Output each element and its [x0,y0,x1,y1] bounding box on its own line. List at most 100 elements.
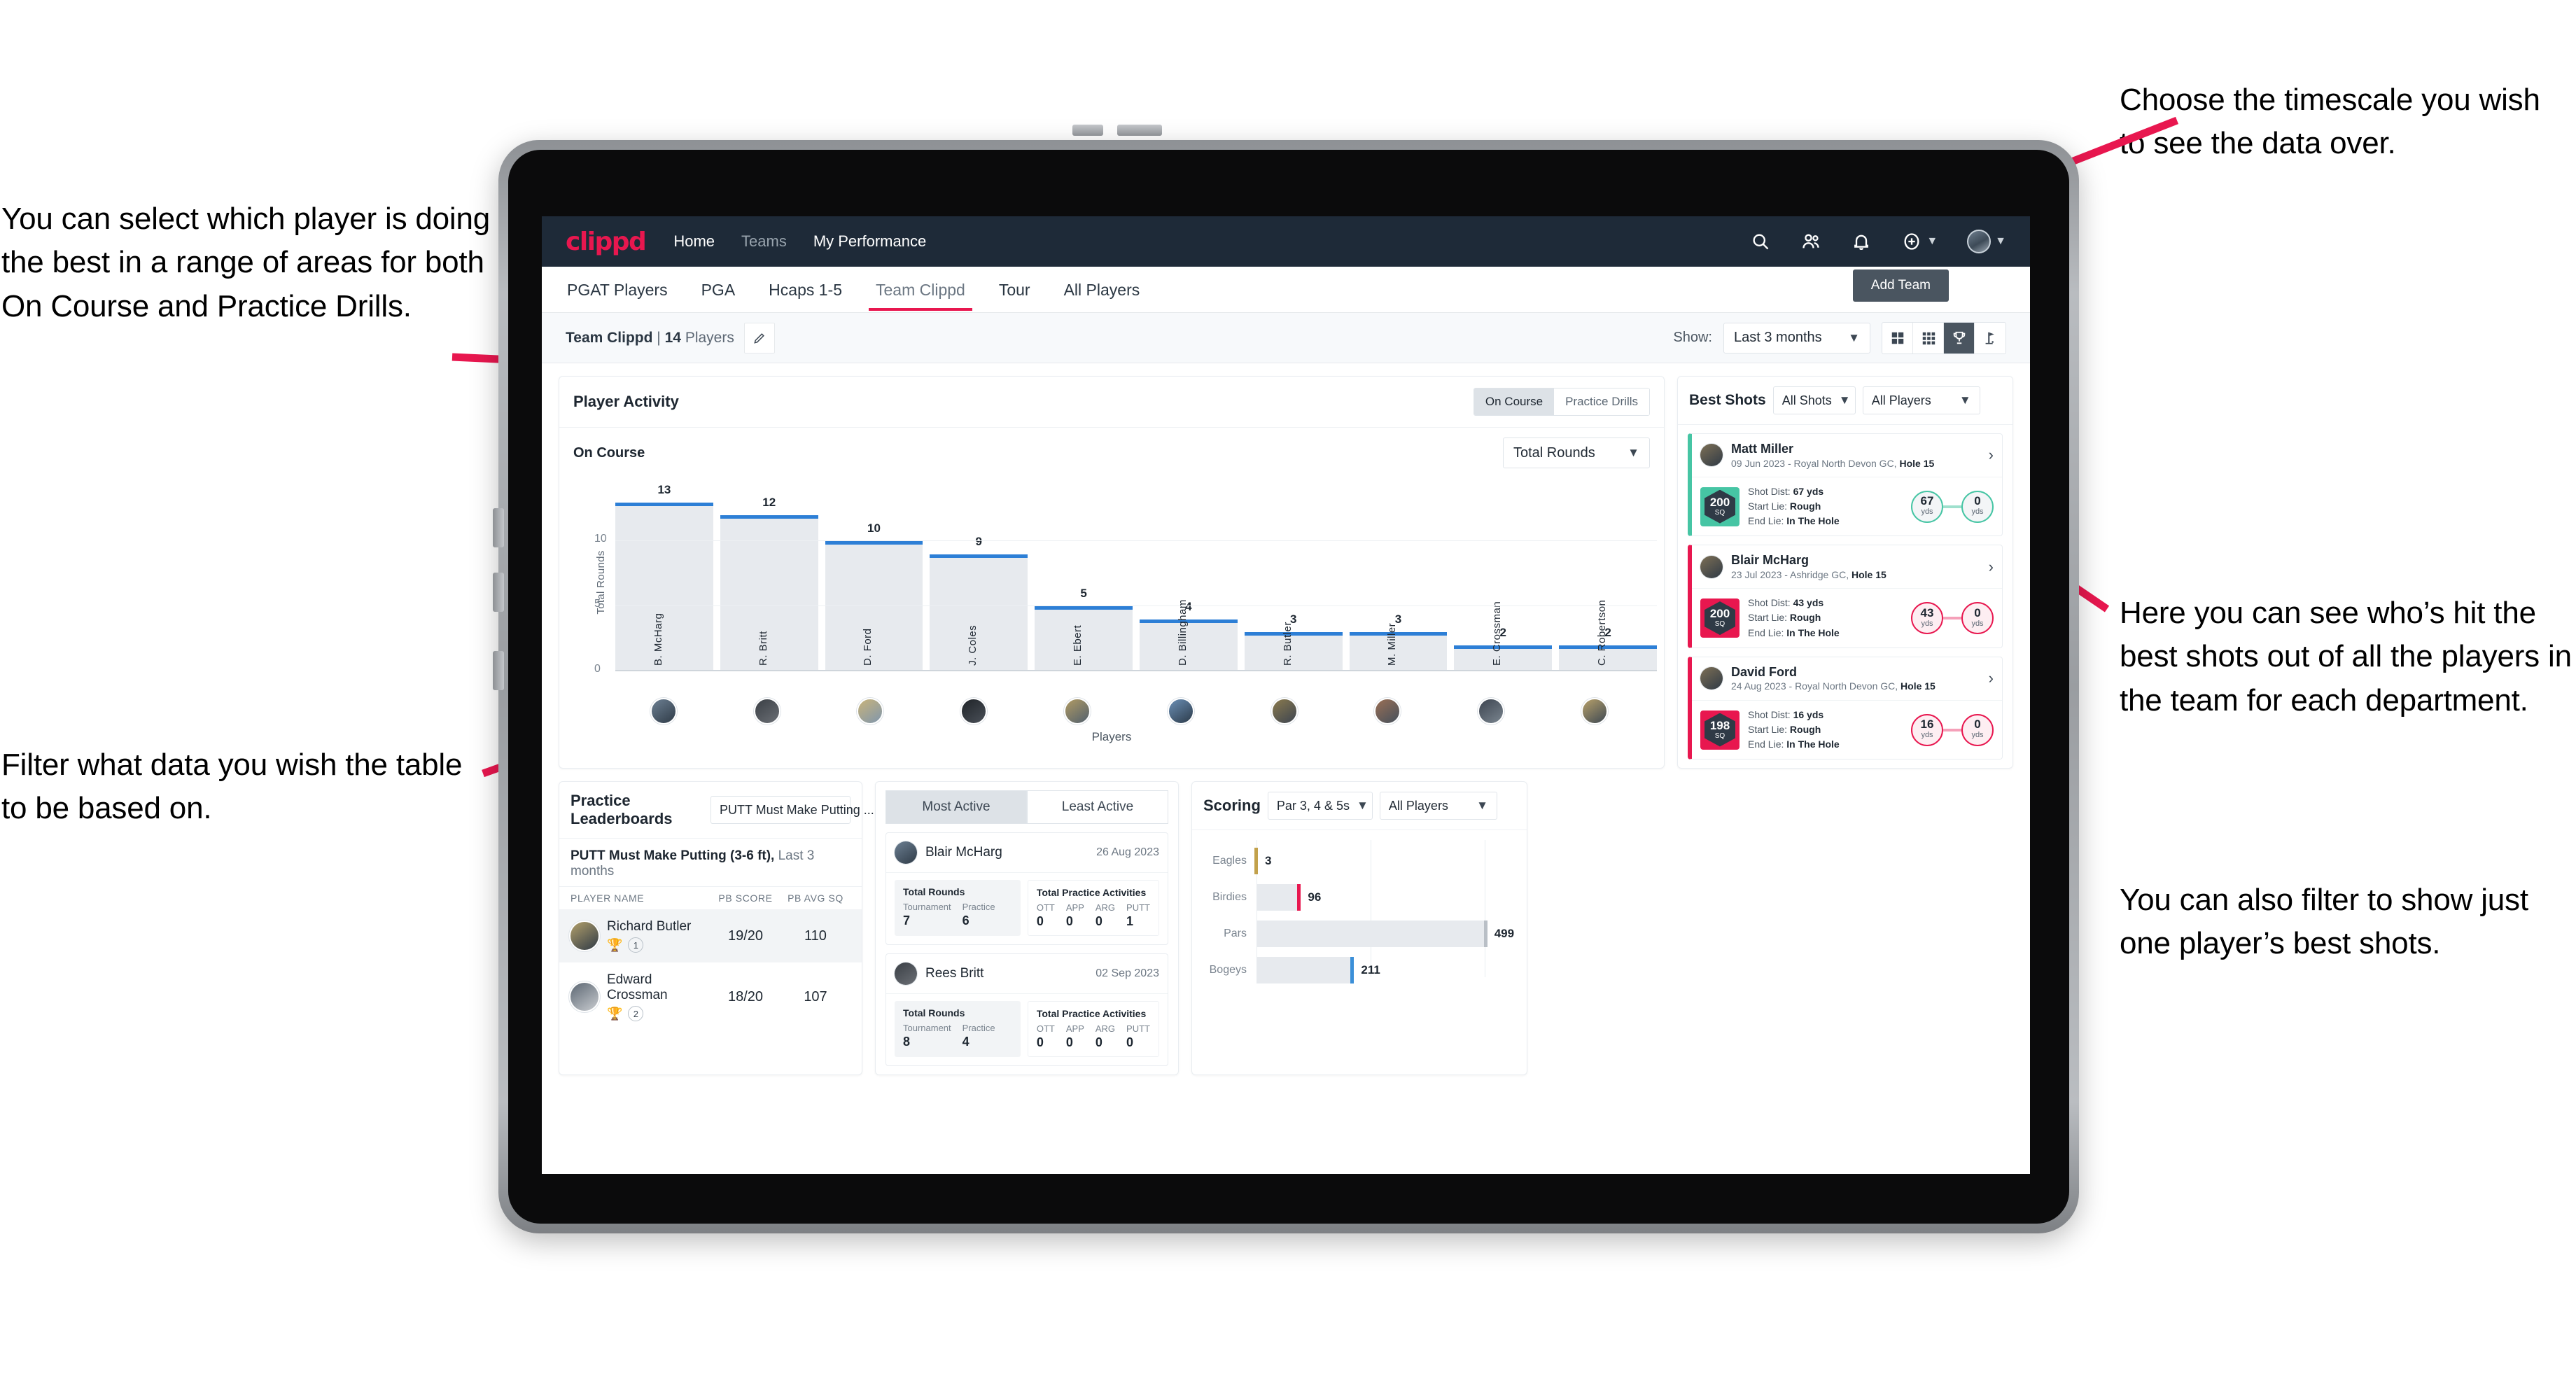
stat-value: 4 [962,1035,969,1049]
avatar[interactable] [753,698,780,724]
bar[interactable] [1559,645,1657,671]
leaderboard-rows: Richard Butler 🏆 1 19/20 110 Edward Crossman 🏆… [559,909,862,1031]
best-shot-card[interactable]: Matt Miller 09 Jun 2023 - Royal North Dev… [1688,433,2003,537]
avatar[interactable] [1374,698,1401,724]
shot-player-block: David Ford 24 Aug 2023 - Royal North Devo… [1731,664,1935,693]
tab-least-active[interactable]: Least Active [1027,790,1168,825]
trophy-icon[interactable] [1944,322,1975,354]
golf-flag-icon[interactable] [1975,323,2005,354]
avatar[interactable] [1700,444,1723,467]
activity-card-item[interactable]: Blair McHarg 26 Aug 2023 Total Rounds Tourn… [886,832,1168,946]
avatar[interactable] [650,698,677,724]
drill-select[interactable]: PUTT Must Make Putting ... ▼ [710,796,893,825]
avatar[interactable] [1967,230,1991,253]
table-row[interactable]: Richard Butler 🏆 1 19/20 110 [559,909,862,963]
tab-team-clippd[interactable]: Team Clippd [869,268,972,311]
tab-all-players[interactable]: All Players [1063,268,1142,311]
search-icon[interactable] [1750,231,1771,252]
avatar[interactable] [960,698,988,724]
scoring-label: Birdies [1212,891,1247,904]
avatar[interactable] [1270,698,1298,724]
tab-tour[interactable]: Tour [997,268,1032,311]
best-shot-card[interactable]: David Ford 24 Aug 2023 - Royal North Devo… [1688,656,2003,760]
chevron-right-icon[interactable]: › [1989,446,1994,464]
stat-value: 0 [1095,1035,1102,1050]
metric-select[interactable]: Total Rounds ▼ [1503,438,1650,468]
device-button-volume-up[interactable] [1072,125,1103,136]
avatar[interactable] [1064,698,1091,724]
avatar[interactable] [857,698,884,724]
stat-value: 8 [903,1035,911,1049]
scoring-bar[interactable] [1254,848,1258,875]
shots-filter-select[interactable]: All Shots ▼ [1772,386,1856,414]
practice-activities-box: Total Practice Activities OTT 0 APP 0 ARG 0 PUT… [1027,1001,1159,1058]
segment-on-course[interactable]: On Course [1474,388,1555,415]
nav-link-home[interactable]: Home [673,232,715,251]
avatar[interactable] [1700,667,1723,690]
total-rounds-box: Total Rounds Tournament 7 Practice 6 [895,880,1021,937]
scoring-bar[interactable] [1256,957,1354,984]
tab-hcaps-1-5[interactable]: Hcaps 1-5 [767,268,844,311]
bar[interactable] [1349,632,1448,671]
shot-dist-row: Shot Dist: 43 yds [1748,597,1824,609]
end-lie-row: End Lie: In The Hole [1748,515,1840,527]
avatar[interactable] [1167,698,1194,724]
avatar[interactable] [1478,698,1505,724]
clippd-logo[interactable]: clippd [566,227,647,256]
chevron-right-icon[interactable]: › [1989,558,1994,576]
scoring-bar[interactable] [1256,920,1488,948]
scoring-bar[interactable] [1256,884,1301,911]
avatar[interactable] [570,922,598,951]
tab-pgat-players[interactable]: PGAT Players [566,268,669,311]
bar[interactable] [1454,645,1553,671]
people-icon[interactable] [1800,231,1821,252]
grid-9-icon[interactable] [1913,322,1944,354]
add-team-button[interactable]: Add Team [1852,270,1949,302]
bar[interactable] [1035,606,1133,671]
from-value: 67 [1920,494,1934,508]
section-tabs: PGAT Players PGA Hcaps 1-5 Team Clippd T… [542,267,2030,313]
nav-link-teams[interactable]: Teams [741,232,787,251]
user-menu[interactable]: ▼ [1967,230,2006,253]
avatar[interactable] [1700,555,1723,578]
players-filter-select[interactable]: All Players ▼ [1862,386,1980,414]
connector-line [1943,617,1961,620]
avatar[interactable] [895,841,917,864]
scoring-players-select[interactable]: All Players ▼ [1379,792,1497,820]
tab-most-active[interactable]: Most Active [886,790,1027,825]
nav-link-my-performance[interactable]: My Performance [813,232,926,251]
drill-value: PUTT Must Make Putting ... [720,802,874,817]
avatar[interactable] [570,983,598,1011]
scoring-title: Scoring [1203,797,1261,815]
from-unit: yds [1921,507,1933,517]
plus-circle-icon[interactable] [1901,231,1922,252]
scoring-value: 96 [1308,890,1322,904]
distance-from: 67 yds [1911,490,1943,523]
main-nav: Home Teams My Performance [673,232,926,251]
device-side-button-2[interactable] [493,573,504,612]
avatar-cell [1133,698,1229,724]
best-shot-card[interactable]: Blair McHarg 23 Jul 2023 - Ashridge GC, H… [1688,545,2003,648]
device-side-button-3[interactable] [493,651,504,690]
scoring-label: Pars [1224,927,1247,940]
device-side-button-1[interactable] [493,508,504,547]
chevron-right-icon[interactable]: › [1989,669,1994,687]
avatar-cell [1443,698,1539,724]
par-filter-select[interactable]: Par 3, 4 & 5s ▼ [1267,792,1373,820]
period-select[interactable]: Last 3 months ▼ [1723,322,1870,354]
sq-unit: SQ [1714,508,1726,517]
bar[interactable] [930,554,1028,671]
bell-icon[interactable] [1851,231,1872,252]
add-menu[interactable]: ▼ [1901,231,1938,252]
edit-team-button[interactable] [743,322,775,354]
grid-4-icon[interactable] [1882,322,1913,354]
segment-practice-drills[interactable]: Practice Drills [1554,388,1649,415]
avatar[interactable] [895,962,917,986]
device-button-volume-down[interactable] [1117,125,1162,136]
avatar[interactable] [1581,698,1609,724]
activity-card-item[interactable]: Rees Britt 02 Sep 2023 Total Rounds Tournam… [886,953,1168,1067]
shot-dist-row: Shot Dist: 67 yds [1748,485,1824,497]
stat-col: ARG 0 [1096,902,1115,929]
tab-pga[interactable]: PGA [700,268,737,311]
table-row[interactable]: Edward Crossman 🏆 2 18/20 107 [559,962,862,1031]
